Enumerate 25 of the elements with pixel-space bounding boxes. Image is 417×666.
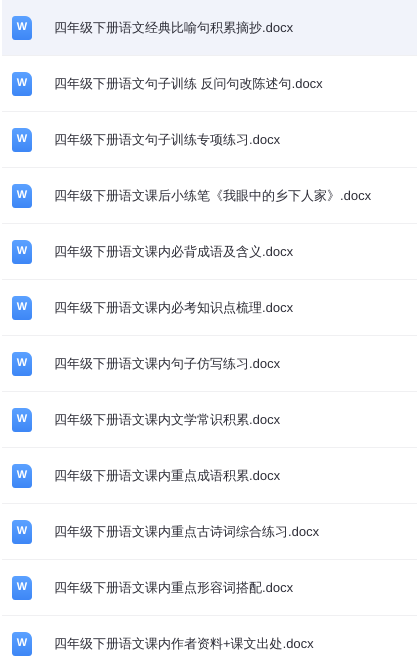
document-icon: W [12,520,32,544]
file-row[interactable]: W 四年级下册语文经典比喻句积累摘抄.docx [2,0,417,56]
file-name: 四年级下册语文句子训练专项练习.docx [54,130,280,149]
file-name: 四年级下册语文课内必考知识点梳理.docx [54,298,294,317]
document-icon: W [12,128,32,152]
document-icon: W [12,16,32,40]
file-name: 四年级下册语文课后小练笔《我眼中的乡下人家》.docx [54,186,372,205]
file-name: 四年级下册语文课内重点古诗词综合练习.docx [54,522,320,541]
document-icon: W [12,72,32,96]
document-icon: W [12,408,32,432]
file-name: 四年级下册语文经典比喻句积累摘抄.docx [54,18,294,37]
document-icon: W [12,464,32,488]
file-name: 四年级下册语文课内重点形容词搭配.docx [54,578,294,597]
document-icon: W [12,240,32,264]
document-icon: W [12,296,32,320]
document-icon: W [12,352,32,376]
document-icon: W [12,184,32,208]
file-name: 四年级下册语文句子训练 反问句改陈述句.docx [54,74,323,93]
file-name: 四年级下册语文课内必背成语及含义.docx [54,242,294,261]
document-icon: W [12,576,32,600]
document-icon: W [12,632,32,656]
file-name: 四年级下册语文课内句子仿写练习.docx [54,354,280,373]
file-name: 四年级下册语文课内重点成语积累.docx [54,466,280,485]
file-name: 四年级下册语文课内文学常识积累.docx [54,410,280,429]
file-name: 四年级下册语文课内作者资料+课文出处.docx [54,634,314,653]
